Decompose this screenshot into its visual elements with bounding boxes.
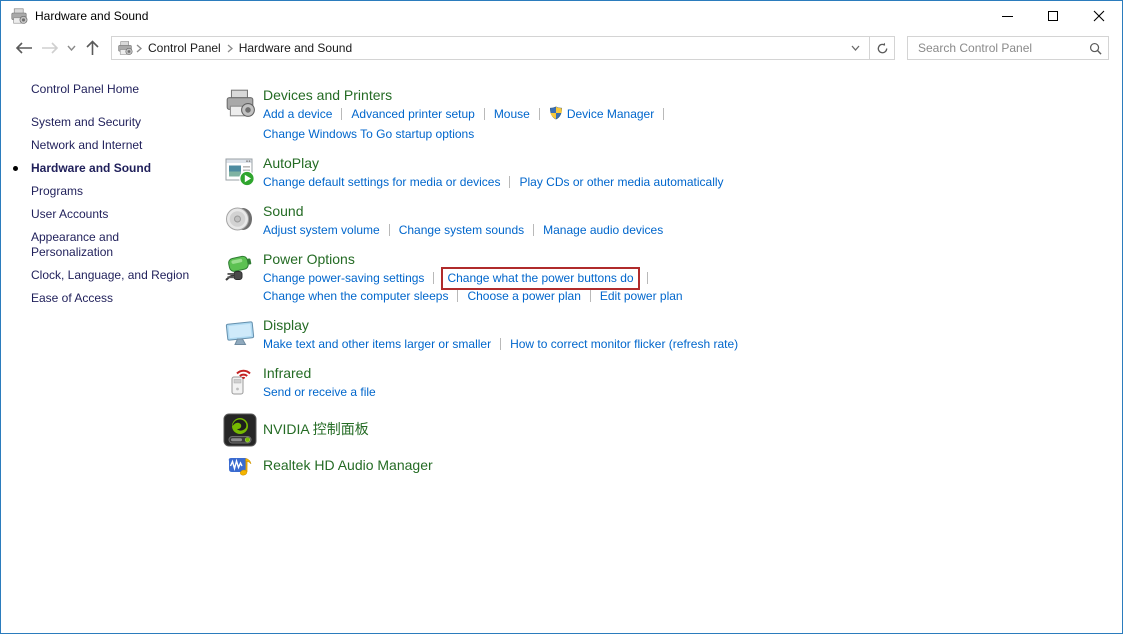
- breadcrumb-hardware-and-sound[interactable]: Hardware and Sound: [233, 41, 358, 55]
- section-title-sound[interactable]: Sound: [263, 203, 303, 220]
- close-button[interactable]: [1076, 1, 1122, 31]
- printer-icon[interactable]: [223, 87, 257, 143]
- chevron-down-icon: [67, 45, 76, 51]
- section-title-devices-and-printers[interactable]: Devices and Printers: [263, 87, 392, 104]
- link-mouse[interactable]: Mouse: [494, 107, 530, 121]
- sidebar: Control Panel Home System and Security N…: [1, 65, 223, 633]
- back-icon: [15, 42, 33, 54]
- sidebar-item-programs[interactable]: Programs: [31, 184, 201, 199]
- maximize-button[interactable]: [1030, 1, 1076, 31]
- sidebar-item-ease-of-access[interactable]: Ease of Access: [31, 291, 201, 306]
- separator: [539, 108, 540, 120]
- sidebar-item-appearance-and-personalization[interactable]: Appearance and Personalization: [31, 230, 201, 260]
- hardware-and-sound-icon: [10, 7, 28, 25]
- back-button[interactable]: [11, 35, 37, 61]
- separator: [341, 108, 342, 120]
- section-title-infrared[interactable]: Infrared: [263, 365, 311, 382]
- link-manage-audio-devices[interactable]: Manage audio devices: [543, 223, 663, 237]
- section-sound: Sound Adjust system volume Change system …: [223, 203, 1122, 239]
- infrared-icon[interactable]: [223, 365, 257, 401]
- link-send-or-receive-a-file[interactable]: Send or receive a file: [263, 385, 376, 399]
- up-button[interactable]: [79, 35, 105, 61]
- autoplay-icon[interactable]: [223, 155, 257, 191]
- minimize-button[interactable]: [984, 1, 1030, 31]
- active-item-bullet: [13, 166, 18, 171]
- section-title-autoplay[interactable]: AutoPlay: [263, 155, 319, 172]
- section-realtek-hd-audio-manager: Realtek HD Audio Manager: [223, 453, 1122, 479]
- link-advanced-printer-setup[interactable]: Advanced printer setup: [351, 107, 474, 121]
- section-power-options: Power Options Change power-saving settin…: [223, 251, 1122, 305]
- recent-pages-button[interactable]: [63, 35, 79, 61]
- section-title-nvidia-control-panel[interactable]: NVIDIA 控制面板: [263, 421, 369, 438]
- forward-button[interactable]: [37, 35, 63, 61]
- realtek-icon[interactable]: [223, 453, 257, 479]
- control-panel-window: Hardware and Sound Control Panel: [0, 0, 1123, 634]
- separator: [457, 290, 458, 302]
- section-autoplay: AutoPlay Change default settings for med…: [223, 155, 1122, 191]
- maximize-icon: [1048, 11, 1058, 21]
- sidebar-item-network-and-internet[interactable]: Network and Internet: [31, 138, 201, 153]
- search-icon[interactable]: [1089, 42, 1102, 55]
- link-add-a-device[interactable]: Add a device: [263, 107, 332, 121]
- address-dropdown-button[interactable]: [846, 45, 865, 51]
- navigation-bar: Control Panel Hardware and Sound: [1, 31, 1122, 65]
- refresh-icon: [876, 42, 889, 55]
- separator: [590, 290, 591, 302]
- uac-shield-icon: [549, 106, 563, 125]
- link-change-when-computer-sleeps[interactable]: Change when the computer sleeps: [263, 289, 448, 303]
- power-battery-icon[interactable]: [223, 251, 257, 305]
- link-change-windows-to-go-startup-options[interactable]: Change Windows To Go startup options: [263, 127, 474, 141]
- sidebar-item-system-and-security[interactable]: System and Security: [31, 115, 201, 130]
- nvidia-icon[interactable]: [223, 413, 257, 447]
- section-devices-and-printers: Devices and Printers Add a device Advance…: [223, 87, 1122, 143]
- section-title-display[interactable]: Display: [263, 317, 309, 334]
- sidebar-item-hardware-and-sound[interactable]: Hardware and Sound: [31, 161, 201, 176]
- link-adjust-system-volume[interactable]: Adjust system volume: [263, 223, 380, 237]
- link-change-default-settings-media[interactable]: Change default settings for media or dev…: [263, 175, 500, 189]
- speaker-icon[interactable]: [223, 203, 257, 239]
- sidebar-item-control-panel-home[interactable]: Control Panel Home: [31, 82, 201, 97]
- section-display: Display Make text and other items larger…: [223, 317, 1122, 353]
- link-correct-monitor-flicker[interactable]: How to correct monitor flicker (refresh …: [510, 337, 738, 351]
- sidebar-item-clock-language-region[interactable]: Clock, Language, and Region: [31, 268, 201, 283]
- window-title: Hardware and Sound: [35, 9, 148, 23]
- section-title-power-options[interactable]: Power Options: [263, 251, 355, 268]
- close-icon: [1093, 10, 1105, 22]
- link-change-system-sounds[interactable]: Change system sounds: [399, 223, 524, 237]
- separator: [647, 272, 648, 284]
- sidebar-item-user-accounts[interactable]: User Accounts: [31, 207, 201, 222]
- search-input[interactable]: [916, 40, 1089, 56]
- link-change-power-saving-settings[interactable]: Change power-saving settings: [263, 271, 424, 285]
- section-infrared: Infrared Send or receive a file: [223, 365, 1122, 401]
- separator: [663, 108, 664, 120]
- display-monitor-icon[interactable]: [223, 317, 257, 353]
- address-bar[interactable]: Control Panel Hardware and Sound: [111, 36, 870, 60]
- breadcrumb-page-icon: [117, 40, 133, 56]
- breadcrumb-control-panel[interactable]: Control Panel: [142, 41, 227, 55]
- link-play-cds-automatically[interactable]: Play CDs or other media automatically: [519, 175, 723, 189]
- up-icon: [86, 40, 99, 56]
- search-box: [907, 36, 1109, 60]
- separator: [509, 176, 510, 188]
- link-edit-power-plan[interactable]: Edit power plan: [600, 289, 683, 303]
- forward-icon: [41, 42, 59, 54]
- main-content: Devices and Printers Add a device Advance…: [223, 65, 1122, 633]
- chevron-down-icon: [851, 45, 860, 51]
- minimize-icon: [1002, 16, 1013, 17]
- section-nvidia-control-panel: NVIDIA 控制面板: [223, 413, 1122, 447]
- separator: [433, 272, 434, 284]
- link-choose-a-power-plan[interactable]: Choose a power plan: [467, 289, 580, 303]
- link-make-text-larger-smaller[interactable]: Make text and other items larger or smal…: [263, 337, 491, 351]
- separator: [389, 224, 390, 236]
- title-bar: Hardware and Sound: [1, 1, 1122, 31]
- separator: [533, 224, 534, 236]
- separator: [500, 338, 501, 350]
- section-title-realtek-hd-audio-manager[interactable]: Realtek HD Audio Manager: [263, 457, 433, 474]
- separator: [484, 108, 485, 120]
- refresh-button[interactable]: [870, 36, 895, 60]
- link-device-manager[interactable]: Device Manager: [549, 107, 654, 121]
